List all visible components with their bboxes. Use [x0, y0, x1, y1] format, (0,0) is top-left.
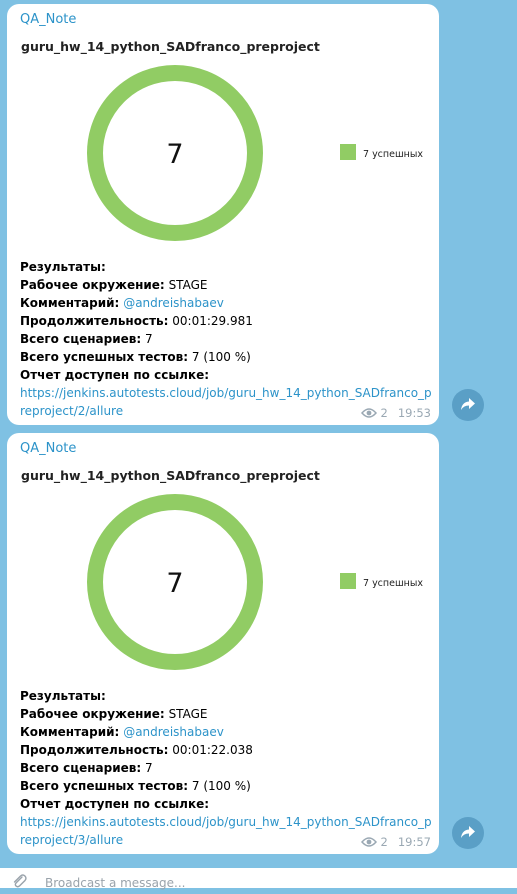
mention-link[interactable]: @andreishabaev — [123, 296, 224, 310]
results-heading: Результаты: — [20, 260, 106, 274]
scenarios-label: Всего сценариев: — [20, 761, 142, 775]
passed-label: Всего успешных тестов: — [20, 779, 189, 793]
report-chart: guru_hw_14_python_SADfranco_preproject 7… — [17, 465, 429, 685]
duration-label: Продолжительность: — [20, 743, 169, 757]
share-button[interactable] — [452, 389, 484, 421]
chart-center-value: 7 — [166, 139, 183, 170]
message-bubble: QA_Note guru_hw_14_python_SADfranco_prep… — [7, 433, 439, 854]
sender-name[interactable]: QA_Note — [20, 441, 76, 456]
report-label: Отчет доступен по ссылке: — [20, 797, 210, 811]
eye-icon — [360, 408, 377, 418]
env-value: STAGE — [168, 707, 208, 721]
message-meta: 2 19:57 — [360, 835, 431, 849]
chart-title: guru_hw_14_python_SADfranco_preproject — [21, 468, 320, 484]
paperclip-icon[interactable] — [10, 872, 28, 894]
legend-label: 7 успешных — [363, 578, 423, 589]
results-block: Результаты: Рабочее окружение: STAGE Ком… — [20, 687, 436, 849]
report-chart: guru_hw_14_python_SADfranco_preproject 7… — [17, 36, 429, 256]
message-time: 19:57 — [397, 835, 431, 849]
share-button[interactable] — [452, 817, 484, 849]
duration-value: 00:01:29.981 — [172, 314, 253, 328]
message-bubble: QA_Note guru_hw_14_python_SADfranco_prep… — [7, 4, 439, 425]
message-time: 19:53 — [397, 406, 431, 420]
results-block: Результаты: Рабочее окружение: STAGE Ком… — [20, 258, 436, 420]
legend-swatch — [340, 144, 356, 160]
view-count: 2 — [380, 835, 388, 849]
share-arrow-icon — [460, 824, 476, 843]
legend-swatch — [340, 573, 356, 589]
message-composer: Broadcast a message... — [0, 868, 517, 890]
passed-value: 7 (100 %) — [191, 779, 251, 793]
report-label: Отчет доступен по ссылке: — [20, 368, 210, 382]
scenarios-value: 7 — [144, 761, 153, 775]
duration-label: Продолжительность: — [20, 314, 169, 328]
mention-link[interactable]: @andreishabaev — [123, 725, 224, 739]
env-value: STAGE — [168, 278, 208, 292]
message-meta: 2 19:53 — [360, 406, 431, 420]
duration-value: 00:01:22.038 — [172, 743, 253, 757]
passed-label: Всего успешных тестов: — [20, 350, 189, 364]
scenarios-value: 7 — [144, 332, 153, 346]
chart-title: guru_hw_14_python_SADfranco_preproject — [21, 39, 320, 55]
view-count: 2 — [380, 406, 388, 420]
comment-label: Комментарий: — [20, 725, 120, 739]
comment-label: Комментарий: — [20, 296, 120, 310]
sender-name[interactable]: QA_Note — [20, 12, 76, 27]
env-label: Рабочее окружение: — [20, 707, 165, 721]
scenarios-label: Всего сценариев: — [20, 332, 142, 346]
env-label: Рабочее окружение: — [20, 278, 165, 292]
share-arrow-icon — [460, 396, 476, 415]
passed-value: 7 (100 %) — [191, 350, 251, 364]
chart-center-value: 7 — [166, 568, 183, 599]
legend-label: 7 успешных — [363, 149, 423, 160]
eye-icon — [360, 837, 377, 847]
results-heading: Результаты: — [20, 689, 106, 703]
